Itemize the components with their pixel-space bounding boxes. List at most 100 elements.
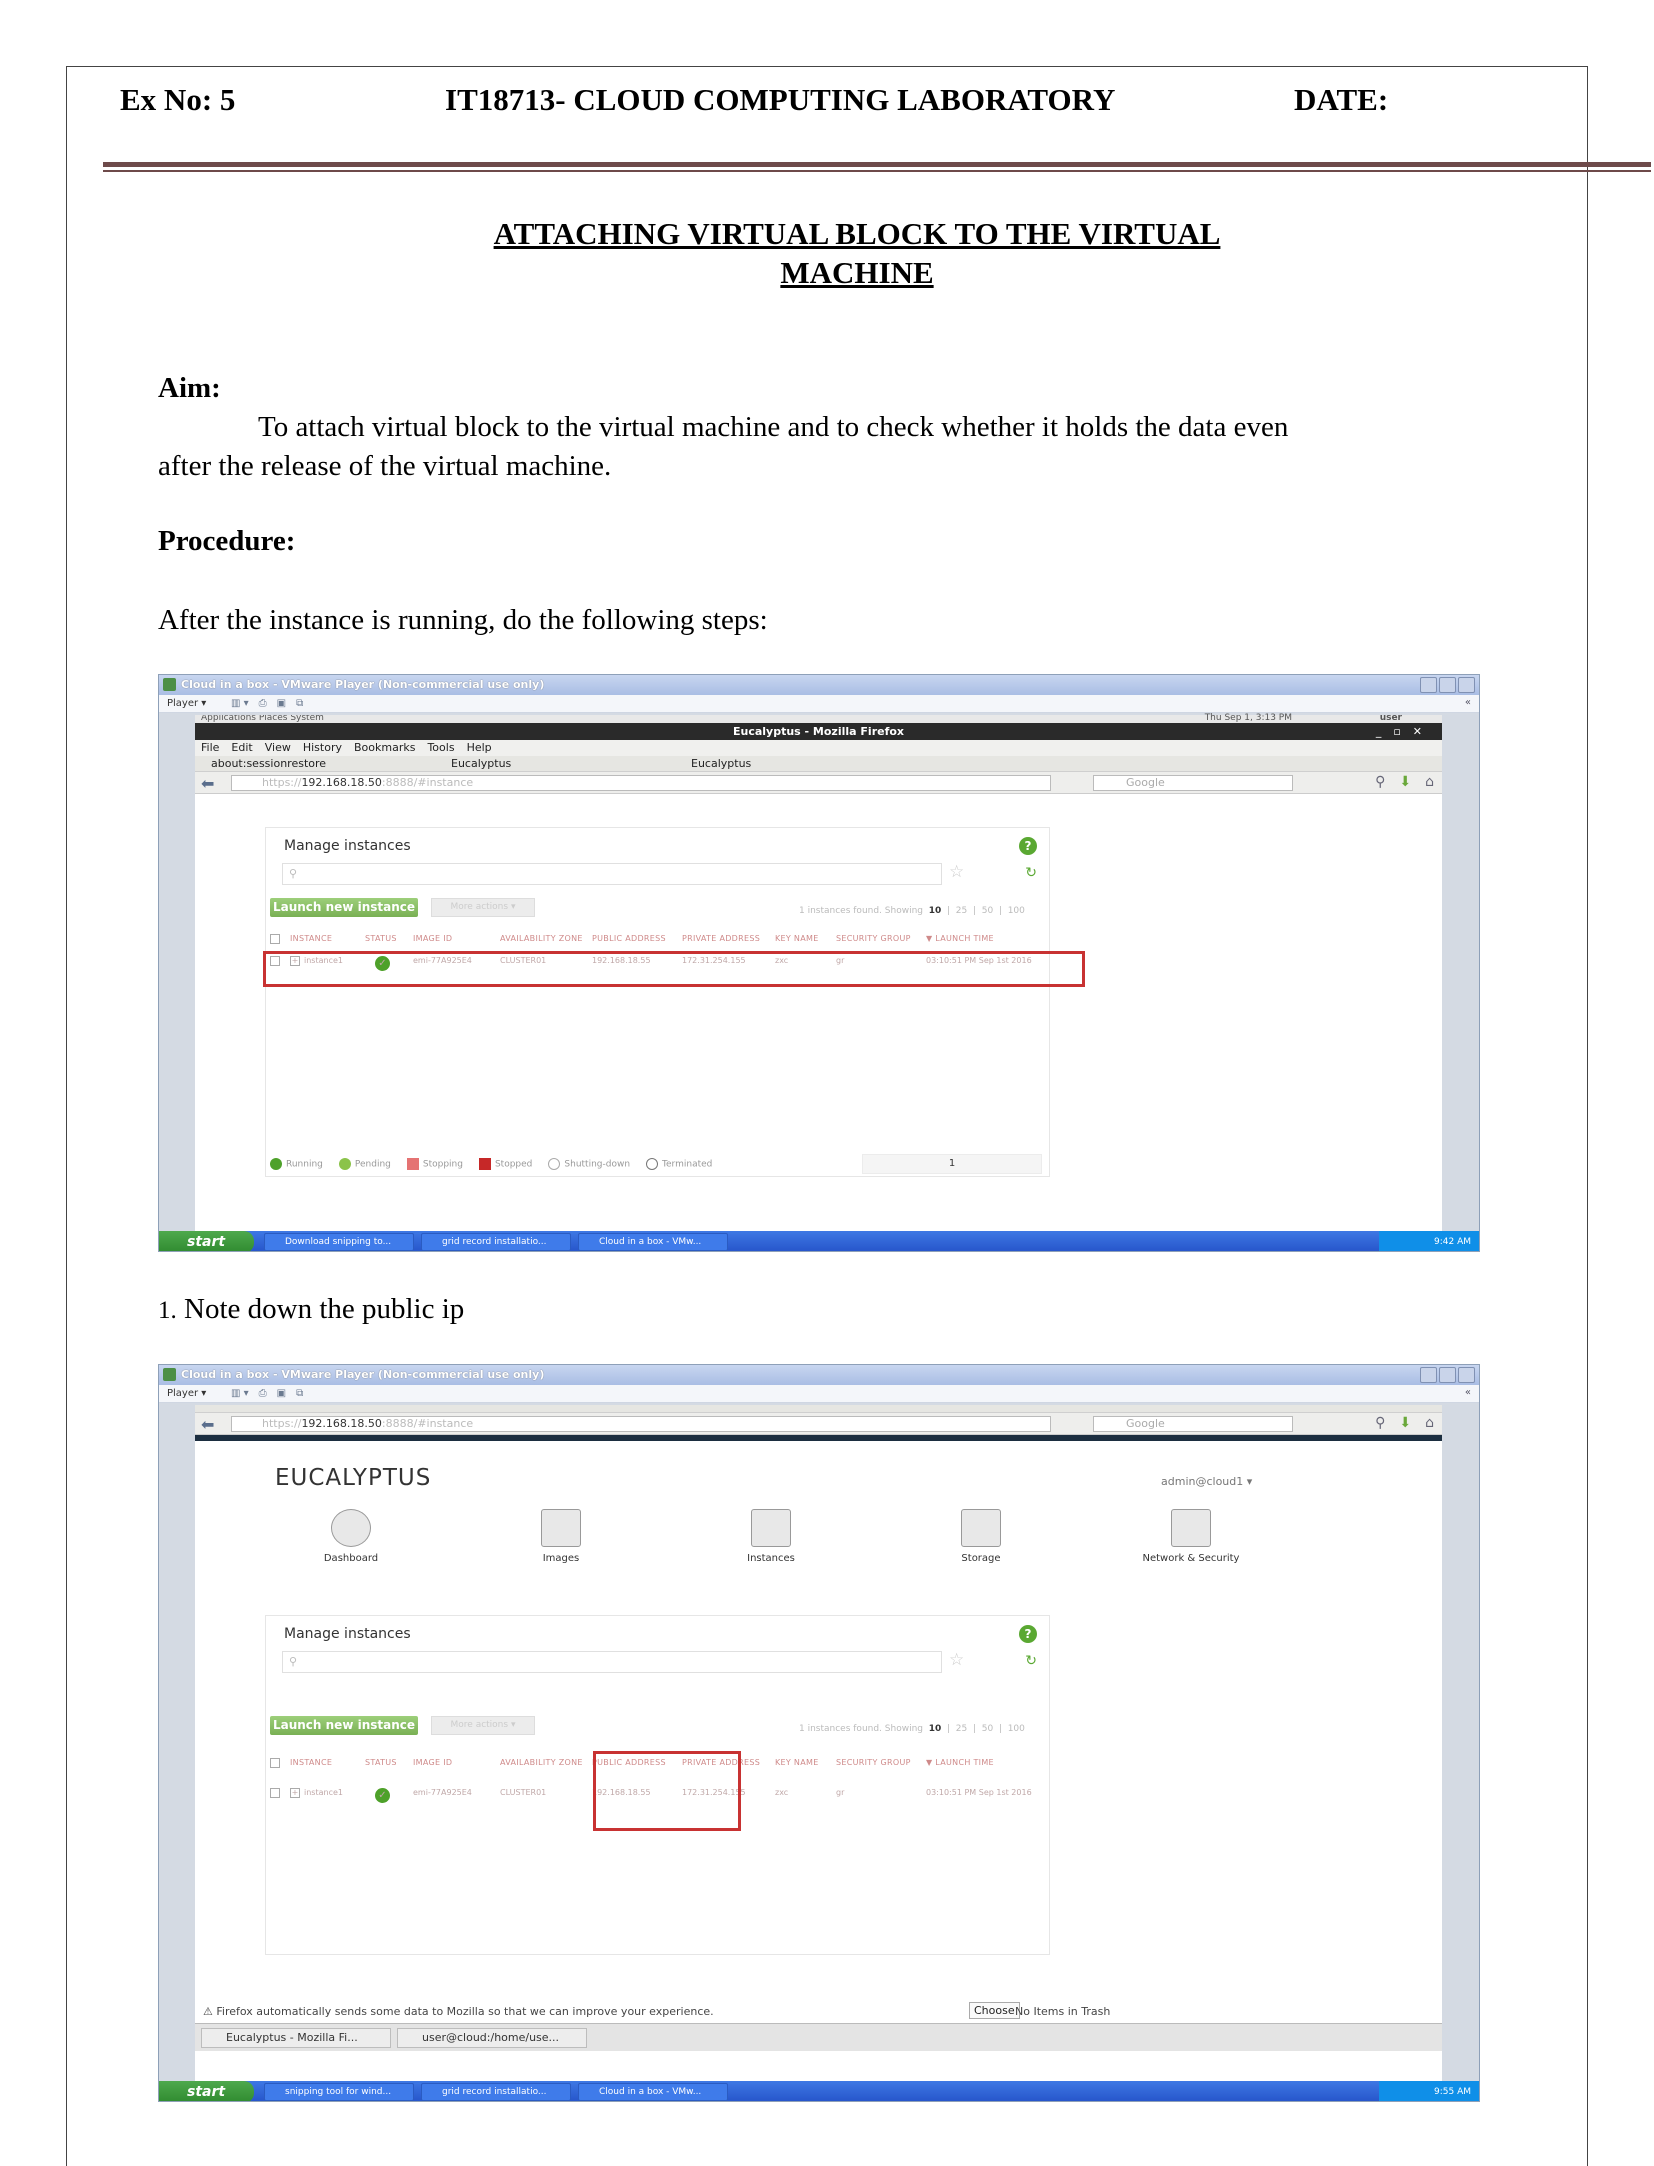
gnome-menu[interactable]: Applications Places System — [201, 715, 324, 723]
start-button-2[interactable]: start — [159, 2081, 254, 2101]
launch-instance-button-2[interactable]: Launch new instance — [270, 1716, 418, 1735]
instances-search-2[interactable]: ⚲ — [282, 1651, 942, 1673]
firefox-window-controls[interactable]: _▫✕ — [1376, 723, 1434, 740]
tab-sessionrestore[interactable]: about:sessionrestore — [195, 757, 326, 771]
page-size-25[interactable]: 25 — [956, 1724, 967, 1734]
expand-icon[interactable]: + — [290, 1788, 300, 1798]
pause-icon[interactable]: ▥ ▾ — [231, 1388, 249, 1399]
devices-icon[interactable]: ⎙ — [259, 1388, 267, 1399]
col-security-group[interactable]: SECURITY GROUP — [836, 934, 911, 943]
tab-eucalyptus-1[interactable]: Eucalyptus — [435, 757, 511, 771]
col-status[interactable]: STATUS — [365, 1758, 397, 1767]
menu-help[interactable]: Help — [467, 740, 492, 756]
col-image-id[interactable]: IMAGE ID — [413, 1758, 452, 1767]
menu-history[interactable]: History — [303, 740, 342, 756]
minimize-icon[interactable] — [1420, 677, 1437, 693]
menu-view[interactable]: View — [265, 740, 291, 756]
nav-network-security[interactable]: Network & Security — [1131, 1509, 1251, 1564]
star-icon[interactable]: ☆ — [949, 1650, 964, 1670]
help-icon[interactable]: ? — [1019, 1625, 1037, 1643]
menu-tools[interactable]: Tools — [427, 740, 454, 756]
maximize-icon[interactable] — [1439, 677, 1456, 693]
collapse-icon[interactable]: « — [1465, 697, 1471, 708]
tab-eucalyptus-2[interactable]: Eucalyptus — [675, 757, 751, 771]
col-key-name[interactable]: KEY NAME — [775, 934, 819, 943]
page-size-25[interactable]: 25 — [956, 906, 967, 916]
nav-instances[interactable]: Instances — [711, 1509, 831, 1564]
col-status[interactable]: STATUS — [365, 934, 397, 943]
page-size-50[interactable]: 50 — [982, 906, 993, 916]
start-button[interactable]: start — [159, 1231, 254, 1251]
gnome-user[interactable]: user — [1380, 714, 1402, 723]
instances-search[interactable]: ⚲ — [282, 863, 942, 885]
page-size-100[interactable]: 100 — [1008, 906, 1025, 916]
page-size-50[interactable]: 50 — [982, 1724, 993, 1734]
devices-icon[interactable]: ⎙ — [259, 698, 267, 709]
search-field[interactable]: Google — [1093, 775, 1293, 791]
col-image-id[interactable]: IMAGE ID — [413, 934, 452, 943]
choose-button[interactable]: Choose — [969, 2002, 1020, 2019]
menu-file[interactable]: File — [201, 740, 219, 756]
download-icon[interactable]: ⬇ — [1399, 1415, 1411, 1431]
nav-images[interactable]: Images — [501, 1509, 621, 1564]
col-zone[interactable]: AVAILABILITY ZONE — [500, 1758, 583, 1767]
help-icon[interactable]: ? — [1019, 837, 1037, 855]
eucalyptus-logo[interactable]: EUCALYPTUS — [275, 1465, 431, 1491]
search-field-2[interactable]: Google — [1093, 1416, 1293, 1432]
cell-instance[interactable]: instance1 — [304, 1788, 343, 1797]
col-key-name[interactable]: KEY NAME — [775, 1758, 819, 1767]
refresh-icon[interactable]: ↻ — [1025, 1653, 1037, 1669]
row-checkbox[interactable] — [270, 1788, 280, 1798]
pause-icon[interactable]: ▥ ▾ — [231, 698, 249, 709]
close-icon[interactable] — [1458, 1367, 1475, 1383]
taskbar-item-3[interactable]: Cloud in a box - VMw... — [578, 1233, 728, 1251]
url-field-2[interactable]: https://192.168.18.50:8888/#instance — [231, 1416, 1051, 1432]
back-arrow-icon[interactable]: ⬅ — [201, 774, 214, 793]
col-launch-time[interactable]: ▼ LAUNCH TIME — [926, 934, 994, 943]
star-icon[interactable]: ☆ — [949, 862, 964, 882]
taskbar-item-2[interactable]: grid record installatio... — [421, 1233, 571, 1251]
player-menu[interactable]: Player ▾ — [167, 698, 206, 709]
download-icon[interactable]: ⬇ — [1399, 774, 1411, 790]
col-instance[interactable]: INSTANCE — [290, 1758, 332, 1767]
page-size-100[interactable]: 100 — [1008, 1724, 1025, 1734]
collapse-icon-2[interactable]: « — [1465, 1387, 1471, 1398]
nav-storage[interactable]: Storage — [921, 1509, 1041, 1564]
gnome-task-firefox[interactable]: Eucalyptus - Mozilla Fi... — [201, 2028, 391, 2048]
user-menu[interactable]: admin@cloud1 ▾ — [1161, 1475, 1252, 1488]
binoculars-icon[interactable]: ⚲ — [1375, 1415, 1385, 1431]
more-actions-button-2[interactable]: More actions ▾ — [431, 1716, 535, 1735]
select-all-checkbox[interactable] — [270, 1758, 280, 1768]
col-instance[interactable]: INSTANCE — [290, 934, 332, 943]
page-size-10[interactable]: 10 — [929, 906, 942, 916]
launch-instance-button[interactable]: Launch new instance — [270, 898, 418, 917]
col-security-group[interactable]: SECURITY GROUP — [836, 1758, 911, 1767]
taskbar-item-2[interactable]: grid record installatio... — [421, 2083, 571, 2101]
nav-dashboard[interactable]: Dashboard — [291, 1509, 411, 1564]
col-launch-time[interactable]: ▼ LAUNCH TIME — [926, 1758, 994, 1767]
minimize-icon[interactable] — [1420, 1367, 1437, 1383]
taskbar-item-1[interactable]: Download snipping to... — [264, 1233, 414, 1251]
close-icon[interactable] — [1458, 677, 1475, 693]
menu-edit[interactable]: Edit — [231, 740, 252, 756]
select-all-checkbox[interactable] — [270, 934, 280, 944]
more-actions-button[interactable]: More actions ▾ — [431, 898, 535, 917]
fullscreen-icon[interactable]: ▣ — [277, 1388, 286, 1399]
binoculars-icon[interactable]: ⚲ — [1375, 774, 1385, 790]
back-arrow-icon[interactable]: ⬅ — [201, 1415, 214, 1434]
taskbar-item-1[interactable]: snipping tool for wind... — [264, 2083, 414, 2101]
col-private-address[interactable]: PRIVATE ADDRESS — [682, 934, 760, 943]
unity-icon[interactable]: ⧉ — [296, 1388, 303, 1399]
refresh-icon[interactable]: ↻ — [1025, 865, 1037, 881]
taskbar-item-3[interactable]: Cloud in a box - VMw... — [578, 2083, 728, 2101]
menu-bookmarks[interactable]: Bookmarks — [354, 740, 415, 756]
player-menu-2[interactable]: Player ▾ — [167, 1388, 206, 1399]
page-size-10[interactable]: 10 — [929, 1724, 942, 1734]
maximize-icon[interactable] — [1439, 1367, 1456, 1383]
col-zone[interactable]: AVAILABILITY ZONE — [500, 934, 583, 943]
home-icon[interactable]: ⌂ — [1425, 774, 1434, 790]
unity-icon[interactable]: ⧉ — [296, 698, 303, 709]
home-icon[interactable]: ⌂ — [1425, 1415, 1434, 1431]
col-public-address[interactable]: PUBLIC ADDRESS — [592, 934, 666, 943]
fullscreen-icon[interactable]: ▣ — [277, 698, 286, 709]
